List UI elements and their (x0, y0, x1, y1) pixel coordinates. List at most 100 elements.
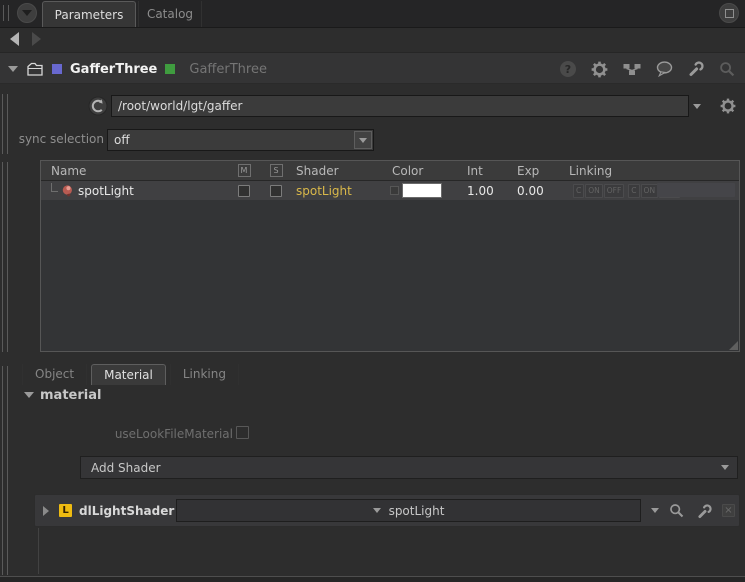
back-arrow-icon (10, 32, 19, 46)
float-pane-button[interactable] (719, 3, 739, 23)
sync-selection-value: off (108, 133, 354, 147)
light-name-cell[interactable]: spotLight (41, 183, 228, 198)
group-indent-line (38, 528, 39, 574)
useLookFileMaterial-label: useLookFileMaterial (60, 427, 233, 441)
node-state-badge (165, 64, 175, 74)
scenegraph-location-button[interactable] (88, 96, 108, 119)
tree-branch-icon (51, 183, 58, 192)
column-header-shader[interactable]: Shader (292, 164, 388, 178)
chevron-down-icon (373, 508, 381, 513)
linking-on-button[interactable]: ON (641, 184, 659, 198)
shader-dropdown-button[interactable] (651, 508, 659, 513)
table-row[interactable]: spotLight spotLight 1.00 0.00 C ON OFF C… (41, 181, 739, 200)
color-swatch[interactable] (402, 183, 442, 198)
tab-material[interactable]: Material (91, 364, 166, 385)
color-enable-checkbox[interactable] (390, 186, 399, 195)
shader-expand-arrow[interactable] (43, 506, 49, 516)
pane-drag-handle[interactable] (3, 5, 9, 21)
float-pane-icon (725, 9, 734, 18)
path-dropdown-arrow[interactable] (693, 104, 701, 109)
refresh-location-icon (88, 96, 108, 116)
tab-parameters-label: Parameters (55, 8, 124, 22)
detail-tab-bar: Object Material Linking (22, 364, 239, 385)
color-cell[interactable] (388, 183, 463, 198)
tab-parameters[interactable]: Parameters (42, 1, 136, 27)
shader-remove-button[interactable]: × (722, 504, 735, 517)
search-icon[interactable] (719, 61, 735, 77)
exposure-value[interactable]: 0.00 (513, 184, 565, 198)
light-name: spotLight (78, 184, 134, 198)
tab-catalog-label: Catalog (147, 7, 193, 21)
shader-name[interactable]: spotLight (292, 184, 388, 198)
back-button[interactable] (10, 32, 19, 46)
node-header: GafferThree GafferThree ? (0, 52, 745, 84)
linking-clear-button[interactable]: C (628, 184, 639, 198)
column-header-mute[interactable]: M (228, 164, 260, 177)
light-bulb-icon (60, 183, 76, 199)
solo-column-icon: S (270, 164, 283, 177)
pane-tab-bar: Parameters Catalog (0, 0, 745, 28)
linking-clear-button[interactable]: C (573, 184, 584, 198)
wrench-icon[interactable] (688, 61, 704, 77)
tab-linking-label: Linking (183, 367, 226, 381)
column-header-linking[interactable]: Linking (565, 164, 739, 178)
linking-off-button[interactable]: OFF (604, 184, 625, 198)
comment-icon[interactable] (656, 61, 673, 77)
shader-wrench-icon[interactable] (697, 504, 712, 522)
add-shader-label: Add Shader (81, 461, 721, 475)
pane-bottom-strip (0, 577, 745, 582)
intensity-value[interactable]: 1.00 (463, 184, 513, 198)
tab-object-label: Object (35, 367, 74, 381)
material-group-arrow[interactable] (24, 392, 34, 398)
shader-value: spotLight (389, 504, 445, 518)
sync-selection-label: sync selection (0, 132, 104, 146)
tab-object[interactable]: Object (22, 364, 87, 385)
mute-checkbox[interactable] (238, 185, 250, 197)
shader-search-icon[interactable] (669, 503, 684, 521)
mute-cell[interactable] (228, 185, 260, 197)
path-input[interactable] (111, 95, 689, 117)
column-header-int[interactable]: Int (463, 164, 513, 178)
gaffer-node-icon (26, 62, 44, 77)
mute-column-icon: M (238, 164, 251, 177)
solo-checkbox[interactable] (270, 185, 282, 197)
column-header-solo[interactable]: S (260, 164, 292, 177)
light-shader-badge: L (59, 504, 72, 517)
tab-material-label: Material (104, 368, 153, 382)
forward-button[interactable] (32, 32, 41, 46)
column-header-color[interactable]: Color (388, 164, 463, 178)
linking-cell: C ON OFF C ON OFF (565, 181, 739, 200)
column-header-exp[interactable]: Exp (513, 164, 565, 178)
pane-menu-button[interactable] (17, 3, 37, 23)
chevron-down-icon (22, 10, 32, 16)
sync-selection-dropdown-button[interactable] (354, 131, 372, 149)
settings-gear-icon[interactable] (591, 61, 608, 78)
light-shader-row: L dlLightShader spotLight × (34, 494, 740, 527)
node-color-badge (52, 64, 62, 74)
solo-cell[interactable] (260, 185, 292, 197)
tab-linking[interactable]: Linking (170, 364, 239, 385)
material-group-title: material (40, 388, 101, 403)
sync-selection-dropdown[interactable]: off (107, 129, 374, 151)
teleport-node-icon[interactable] (623, 63, 641, 76)
widget-drag-handle[interactable] (2, 162, 8, 352)
light-table-header: Name M S Shader Color Int Exp Linking (41, 161, 739, 181)
column-header-name[interactable]: Name (41, 164, 228, 178)
add-shader-dropdown[interactable]: Add Shader (80, 456, 738, 479)
tab-catalog[interactable]: Catalog (138, 1, 202, 27)
add-shader-arrow (721, 465, 729, 470)
light-table: Name M S Shader Color Int Exp Linking sp… (40, 160, 740, 352)
help-icon[interactable]: ? (560, 61, 576, 77)
shader-value-dropdown[interactable]: spotLight (176, 499, 641, 522)
forward-arrow-icon (32, 32, 41, 46)
linking-extra-cell[interactable] (657, 183, 735, 197)
widget-drag-handle[interactable] (2, 366, 8, 575)
node-title: GafferThree (70, 62, 157, 77)
table-resize-grip[interactable] (729, 341, 738, 350)
linking-on-button[interactable]: ON (585, 184, 603, 198)
chevron-down-icon (359, 138, 367, 143)
node-collapse-arrow[interactable] (8, 66, 18, 72)
useLookFileMaterial-checkbox[interactable] (236, 426, 249, 439)
path-options-gear-icon[interactable] (720, 98, 736, 117)
shader-param-label: dlLightShader (79, 504, 174, 518)
